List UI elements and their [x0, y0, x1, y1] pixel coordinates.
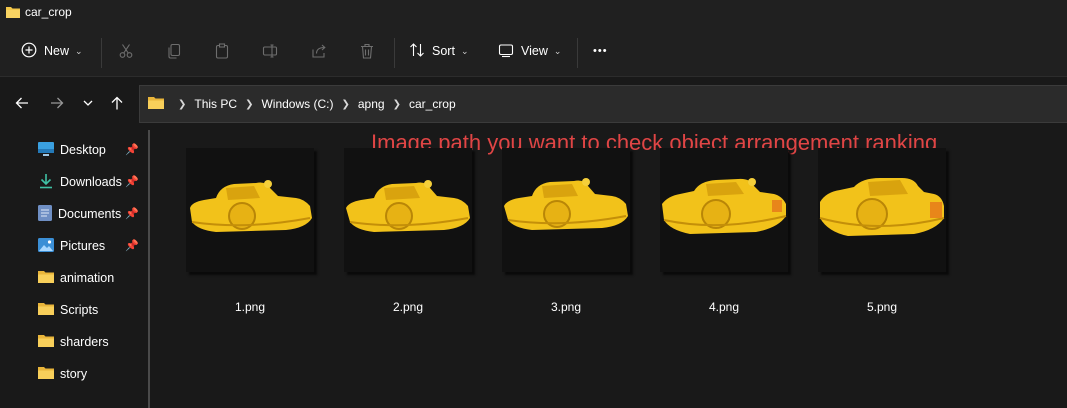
folder-icon	[38, 302, 54, 318]
folder-icon	[148, 96, 164, 112]
file-name: 2.png	[392, 300, 424, 314]
cut-icon[interactable]	[118, 34, 134, 68]
sidebar-item-label: story	[60, 367, 88, 381]
folder-icon	[38, 366, 54, 382]
sidebar-item-label: animation	[60, 271, 115, 285]
sidebar-item-sharders[interactable]: sharders	[38, 332, 109, 352]
chevron-down-icon: ⌄	[75, 45, 83, 56]
sidebar-item-label: Downloads	[60, 175, 122, 189]
paste-icon[interactable]	[214, 34, 230, 68]
share-icon[interactable]	[311, 34, 327, 68]
up-arrow-icon[interactable]	[109, 95, 125, 114]
breadcrumb-car-crop[interactable]: car_crop	[409, 97, 456, 111]
pin-icon[interactable]: 📌	[125, 207, 139, 220]
sidebar-item-label: Desktop	[60, 143, 106, 157]
plus-circle-icon	[21, 42, 37, 61]
pin-icon[interactable]: 📌	[125, 175, 139, 188]
sidebar-item-label: sharders	[60, 335, 109, 349]
file-item-1[interactable]: 1.png	[186, 148, 314, 314]
view-button[interactable]: View ⌄	[498, 34, 561, 68]
sidebar-item-story[interactable]: story	[38, 364, 87, 384]
file-name: 4.png	[708, 300, 740, 314]
toolbar-divider	[577, 38, 578, 68]
sidebar-item-label: Pictures	[60, 239, 106, 253]
new-label: New	[44, 44, 70, 58]
breadcrumb: ❯ This PC ❯ Windows (C:) ❯ apng ❯ car_cr…	[148, 96, 456, 112]
window-title: car_crop	[25, 5, 72, 19]
sidebar-item-downloads[interactable]: Downloads	[38, 172, 122, 192]
sort-icon	[409, 42, 425, 61]
navigation-bar: ❯ This PC ❯ Windows (C:) ❯ apng ❯ car_cr…	[0, 76, 1067, 130]
recent-locations-chevron-icon[interactable]	[81, 95, 95, 114]
file-item-2[interactable]: 2.png	[344, 148, 472, 314]
address-bar[interactable]: ❯ This PC ❯ Windows (C:) ❯ apng ❯ car_cr…	[139, 85, 1067, 123]
sidebar-item-label: Documents	[58, 207, 122, 221]
toy-boat-image	[504, 178, 628, 230]
file-item-5[interactable]: 5.png	[818, 148, 946, 314]
file-item-3[interactable]: 3.png	[502, 148, 630, 314]
chevron-down-icon: ⌄	[553, 45, 562, 56]
sidebar-item-desktop[interactable]: Desktop	[38, 140, 106, 160]
chevron-down-icon: ⌄	[460, 45, 469, 56]
sidebar-scrollbar[interactable]	[148, 130, 150, 408]
toy-boat-image	[346, 180, 470, 232]
title-bar: car_crop	[0, 0, 1067, 26]
breadcrumb-separator-icon: ❯	[245, 98, 254, 110]
breadcrumb-separator-icon: ❯	[392, 98, 401, 110]
command-bar: New ⌄ Sort ⌄ View ⌄ •••	[0, 26, 1067, 76]
toolbar-divider	[394, 38, 395, 68]
file-name: 1.png	[234, 300, 266, 314]
folder-icon	[38, 270, 54, 286]
toy-boat-image	[190, 180, 312, 232]
delete-icon[interactable]	[359, 34, 375, 68]
sidebar-item-label: Scripts	[60, 303, 99, 317]
toy-boat-image	[819, 178, 945, 236]
file-name: 3.png	[550, 300, 582, 314]
desktop-icon	[38, 141, 54, 159]
forward-arrow-icon[interactable]	[49, 95, 65, 114]
breadcrumb-separator-icon: ❯	[178, 98, 187, 110]
pin-icon[interactable]: 📌	[125, 239, 139, 252]
folder-icon	[6, 6, 20, 21]
breadcrumb-this-pc[interactable]: This PC	[194, 97, 237, 111]
breadcrumb-windows-c[interactable]: Windows (C:)	[261, 97, 333, 111]
file-item-4[interactable]: 4.png	[660, 148, 788, 314]
rename-icon[interactable]	[262, 34, 278, 68]
new-button[interactable]: New ⌄	[21, 34, 83, 68]
navigation-pane: Desktop 📌 Downloads 📌 Documents 📌 Pictur…	[0, 130, 160, 408]
breadcrumb-separator-icon: ❯	[341, 98, 350, 110]
sidebar-item-documents[interactable]: Documents	[38, 204, 121, 224]
copy-icon[interactable]	[166, 34, 182, 68]
more-icon: •••	[593, 45, 608, 57]
toolbar-divider	[101, 38, 102, 68]
sidebar-item-scripts[interactable]: Scripts	[38, 300, 98, 320]
sidebar-item-pictures[interactable]: Pictures	[38, 236, 105, 256]
download-icon	[38, 173, 54, 192]
pin-icon[interactable]: 📌	[125, 143, 139, 156]
sort-label: Sort	[432, 44, 455, 58]
view-label: View	[521, 44, 548, 58]
view-icon	[498, 42, 514, 61]
back-arrow-icon[interactable]	[14, 95, 30, 114]
file-name: 5.png	[866, 300, 898, 314]
breadcrumb-apng[interactable]: apng	[358, 97, 385, 111]
folder-icon	[38, 334, 54, 350]
sidebar-item-animation[interactable]: animation	[38, 268, 114, 288]
toy-boat-image	[662, 178, 787, 234]
sort-button[interactable]: Sort ⌄	[409, 34, 468, 68]
pictures-icon	[38, 237, 54, 255]
file-list: Image path you want to check object arra…	[160, 130, 1067, 408]
more-options-button[interactable]: •••	[593, 34, 608, 68]
document-icon	[38, 204, 52, 224]
